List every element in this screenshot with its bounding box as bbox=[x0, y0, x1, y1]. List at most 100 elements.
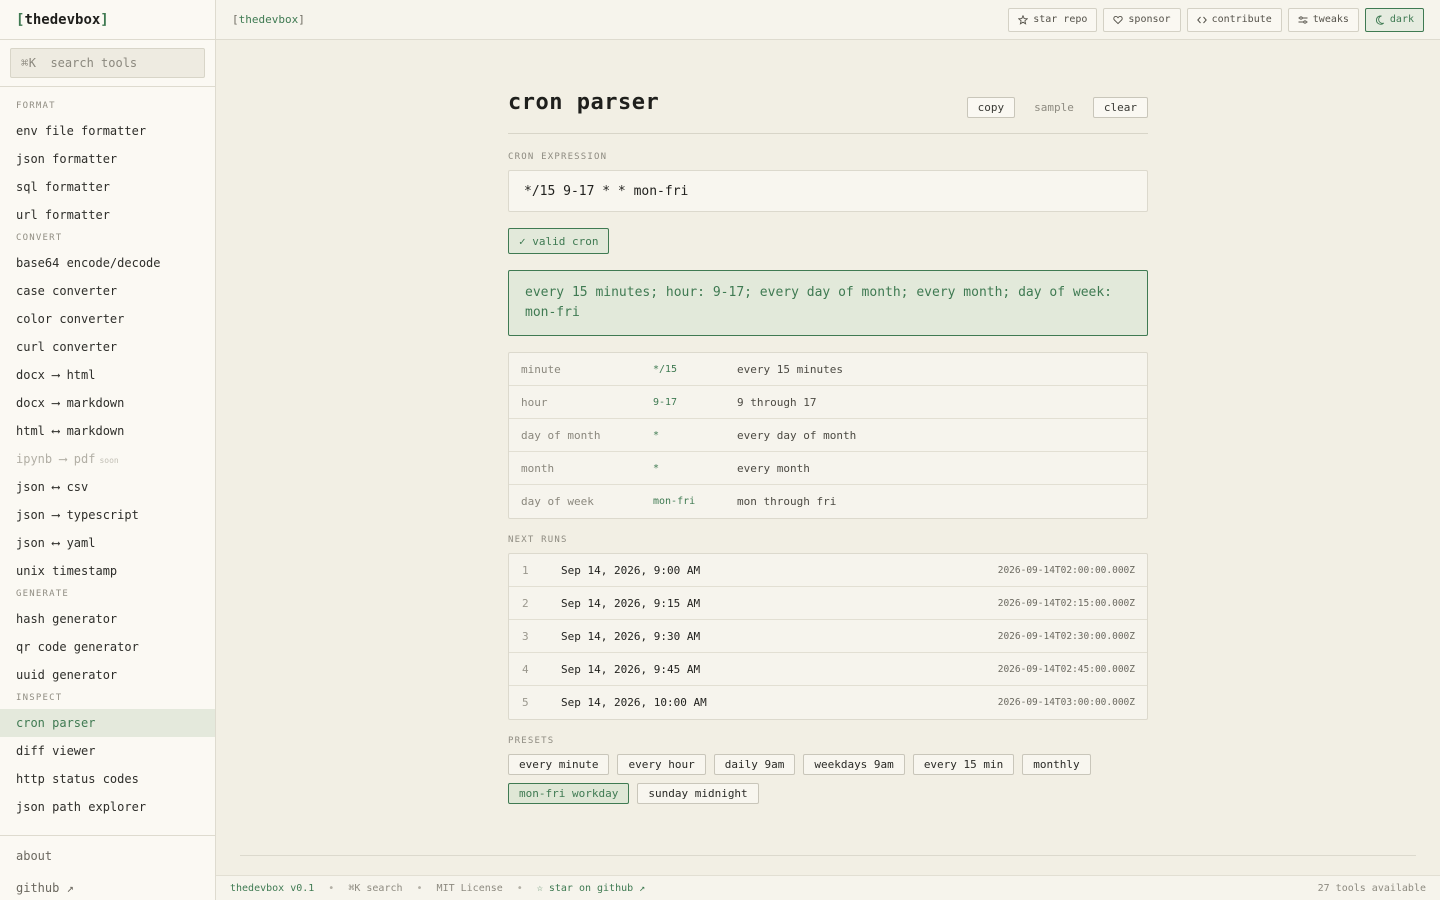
nav-group-convert: CONVERT bbox=[16, 233, 63, 243]
field-value: */15 bbox=[653, 363, 678, 375]
sidebar-item-color-converter[interactable]: color converter bbox=[0, 305, 215, 333]
brand-bracket-close: ] bbox=[100, 12, 109, 28]
heart-icon bbox=[1113, 15, 1124, 24]
sidebar-item-label: ipynb ⟶ pdf bbox=[16, 452, 96, 466]
copy-button[interactable]: copy bbox=[966, 97, 1016, 118]
sidebar-link-about[interactable]: about bbox=[0, 840, 215, 872]
cron-expression-input[interactable] bbox=[508, 170, 1148, 212]
nav-group-generate: GENERATE bbox=[16, 589, 69, 599]
footer-separator: • bbox=[328, 882, 335, 894]
sidebar-item-case-converter[interactable]: case converter bbox=[0, 277, 215, 305]
list-item: 1 Sep 14, 2026, 9:00 AM 2026-09-14T02:00… bbox=[509, 554, 1147, 587]
run-index: 1 bbox=[522, 563, 529, 577]
run-local-time: Sep 14, 2026, 9:00 AM bbox=[561, 563, 701, 577]
nav-group-inspect: INSPECT bbox=[16, 693, 63, 703]
field-breakdown-table: minute */15 every 15 minutes hour 9-17 9… bbox=[508, 352, 1148, 519]
top-actions: star repo sponsor contribute tweaks dark bbox=[1008, 7, 1424, 32]
main-content: cron parser copy sample clear CRON EXPRE… bbox=[508, 40, 1148, 804]
preset-weekdays-9am[interactable]: weekdays 9am bbox=[803, 754, 905, 775]
cron-description: every 15 minutes; hour: 9-17; every day … bbox=[508, 270, 1148, 336]
sidebar-item-cron-parser[interactable]: cron parser bbox=[0, 709, 215, 737]
sidebar-item-unix-timestamp[interactable]: unix timestamp bbox=[0, 557, 215, 585]
field-description: 9 through 17 bbox=[737, 395, 817, 409]
table-row: day of week mon-fri mon through fri bbox=[509, 485, 1147, 518]
sidebar-item-json-path-explorer[interactable]: json path explorer bbox=[0, 793, 215, 821]
sidebar-item-diff-viewer[interactable]: diff viewer bbox=[0, 737, 215, 765]
search-input[interactable] bbox=[50, 56, 204, 70]
footer-tool-count: 27 tools available bbox=[1317, 882, 1426, 894]
sidebar-item-qr-code-generator[interactable]: qr code generator bbox=[0, 633, 215, 661]
search-box[interactable]: ⌘K bbox=[10, 48, 205, 78]
field-description: mon through fri bbox=[737, 495, 837, 508]
preset-daily-9am[interactable]: daily 9am bbox=[713, 754, 796, 775]
breadcrumb[interactable]: [thedevbox] bbox=[232, 13, 305, 26]
run-iso-time: 2026-09-14T02:30:00.000Z bbox=[997, 630, 1135, 642]
run-index: 4 bbox=[522, 662, 529, 676]
tweaks-button[interactable]: tweaks bbox=[1287, 7, 1359, 32]
sponsor-button[interactable]: sponsor bbox=[1103, 7, 1181, 32]
preset-sunday-midnight[interactable]: sunday midnight bbox=[637, 783, 759, 804]
sidebar-item-json-typescript[interactable]: json ⟶ typescript bbox=[0, 501, 215, 529]
sidebar-item-json-yaml[interactable]: json ⟷ yaml bbox=[0, 529, 215, 557]
code-icon bbox=[1196, 16, 1207, 23]
run-iso-time: 2026-09-14T02:00:00.000Z bbox=[997, 564, 1135, 576]
field-name: hour bbox=[521, 395, 548, 409]
contribute-button[interactable]: contribute bbox=[1186, 7, 1282, 32]
list-item: 2 Sep 14, 2026, 9:15 AM 2026-09-14T02:15… bbox=[509, 587, 1147, 620]
field-name: day of month bbox=[521, 428, 601, 442]
preset-every-15-min[interactable]: every 15 min bbox=[912, 754, 1015, 775]
preset-monthly[interactable]: monthly bbox=[1022, 754, 1091, 775]
topbar: [thedevbox] star repo sponsor contribute… bbox=[216, 0, 1440, 40]
content-divider bbox=[240, 855, 1416, 856]
run-local-time: Sep 14, 2026, 9:15 AM bbox=[561, 596, 701, 610]
sidebar-item-json-csv[interactable]: json ⟷ csv bbox=[0, 473, 215, 501]
preset-every-hour[interactable]: every hour bbox=[617, 754, 706, 775]
footer: thedevbox v0.1 • ⌘K search • MIT License… bbox=[216, 875, 1440, 900]
next-runs-list: 1 Sep 14, 2026, 9:00 AM 2026-09-14T02:00… bbox=[508, 553, 1148, 720]
tweaks-label: tweaks bbox=[1312, 14, 1349, 25]
sidebar-item-uuid-generator[interactable]: uuid generator bbox=[0, 661, 215, 689]
run-index: 2 bbox=[522, 596, 529, 610]
preset-mon-fri-workday[interactable]: mon-fri workday bbox=[508, 783, 630, 804]
sidebar-item-docx-markdown[interactable]: docx ⟶ markdown bbox=[0, 389, 215, 417]
breadcrumb-label: thedevbox bbox=[238, 13, 299, 26]
sidebar-item-url-formatter[interactable]: url formatter bbox=[0, 201, 215, 229]
sidebar-item-html-markdown[interactable]: html ⟷ markdown bbox=[0, 417, 215, 445]
sidebar-item-env-file-formatter[interactable]: env file formatter bbox=[0, 117, 215, 145]
brand-logo[interactable]: [thedevbox] bbox=[0, 0, 215, 40]
run-index: 5 bbox=[522, 696, 529, 709]
search-shortcut: ⌘K bbox=[21, 56, 37, 70]
sidebar-item-http-status-codes[interactable]: http status codes bbox=[0, 765, 215, 793]
table-row: minute */15 every 15 minutes bbox=[509, 353, 1147, 386]
field-name: minute bbox=[521, 362, 561, 376]
sidebar-item-curl-converter[interactable]: curl converter bbox=[0, 333, 215, 361]
valid-cron-badge: ✓ valid cron bbox=[508, 228, 610, 254]
title-row: cron parser copy sample clear bbox=[508, 90, 1148, 134]
star-repo-button[interactable]: star repo bbox=[1008, 7, 1098, 32]
sidebar-item-docx-html[interactable]: docx ⟶ html bbox=[0, 361, 215, 389]
footer-license-link[interactable]: MIT License bbox=[437, 883, 503, 894]
table-row: month * every month bbox=[509, 452, 1147, 485]
sidebar-item-json-formatter[interactable]: json formatter bbox=[0, 145, 215, 173]
presets-group: every minute every hour daily 9am weekda… bbox=[508, 754, 1148, 804]
dark-mode-label: dark bbox=[1389, 14, 1414, 25]
sidebar-item-sql-formatter[interactable]: sql formatter bbox=[0, 173, 215, 201]
footer-version: thedevbox v0.1 bbox=[230, 882, 315, 894]
soon-badge: soon bbox=[99, 456, 119, 465]
sample-button[interactable]: sample bbox=[1023, 97, 1085, 118]
sidebar-nav: FORMAT env file formatter json formatter… bbox=[0, 87, 215, 821]
sidebar-item-hash-generator[interactable]: hash generator bbox=[0, 605, 215, 633]
footer-star-github-link[interactable]: ☆ star on github ↗ bbox=[537, 883, 645, 894]
sidebar-item-base64[interactable]: base64 encode/decode bbox=[0, 249, 215, 277]
field-description: every day of month bbox=[737, 428, 857, 442]
footer-search-link[interactable]: ⌘K search bbox=[348, 883, 402, 894]
dark-mode-toggle[interactable]: dark bbox=[1364, 7, 1424, 32]
nav-group-format: FORMAT bbox=[16, 101, 56, 111]
sponsor-label: sponsor bbox=[1128, 14, 1171, 25]
preset-every-minute[interactable]: every minute bbox=[508, 754, 610, 775]
sidebar-link-github[interactable]: github ↗ bbox=[0, 872, 215, 900]
field-description: every 15 minutes bbox=[737, 362, 843, 376]
table-row: hour 9-17 9 through 17 bbox=[509, 386, 1147, 419]
run-local-time: Sep 14, 2026, 10:00 AM bbox=[561, 696, 707, 709]
clear-button[interactable]: clear bbox=[1092, 97, 1148, 118]
